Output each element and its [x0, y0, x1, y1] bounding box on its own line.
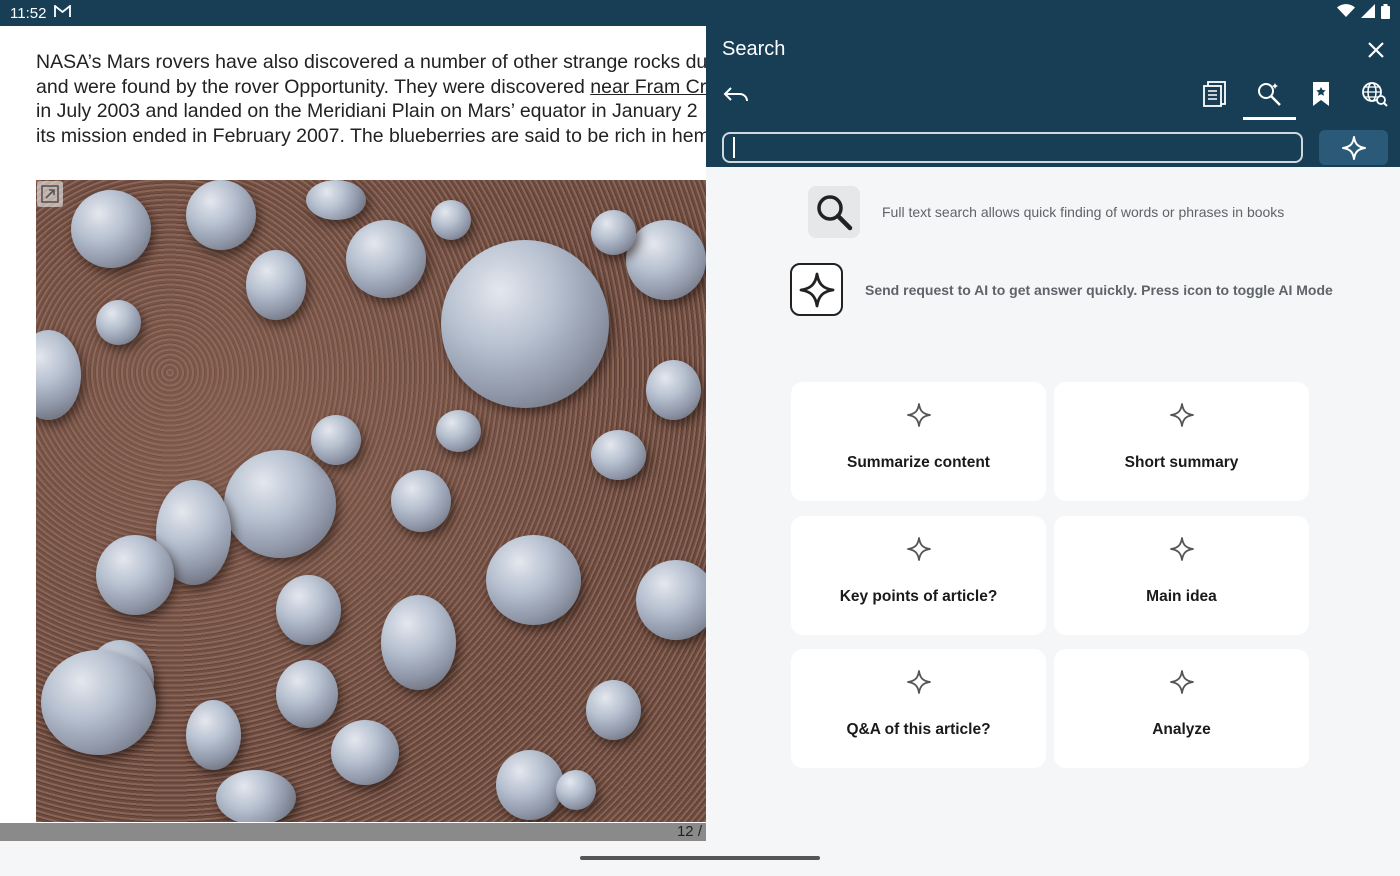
battery-icon — [1381, 3, 1390, 23]
suggestion-label: Q&A of this article? — [846, 721, 991, 738]
suggestion-analyze[interactable]: Analyze — [1054, 649, 1309, 768]
panel-title: Search — [722, 38, 786, 60]
sparkle-icon — [906, 537, 931, 561]
wifi-icon — [1337, 4, 1355, 22]
article-line: in July 2003 and landed on the Meridiani… — [36, 100, 698, 122]
status-bar: 11:52 — [0, 0, 1400, 26]
gmail-icon — [54, 3, 72, 22]
ai-hint: Send request to AI to get answer quickly… — [790, 263, 1333, 316]
search-panel: Search Full text search allows quick fin… — [706, 26, 1400, 841]
suggestion-label: Short summary — [1124, 454, 1239, 471]
bookmark-icon[interactable] — [1303, 76, 1339, 112]
gesture-handle[interactable] — [580, 856, 820, 860]
ai-sparkle-icon[interactable] — [790, 263, 843, 316]
sparkle-icon — [1341, 135, 1366, 160]
suggestion-main-idea[interactable]: Main idea — [1054, 516, 1309, 635]
article-line: and were found by the rover Opportunity.… — [36, 75, 706, 100]
back-icon[interactable] — [722, 80, 750, 108]
full-text-hint-text: Full text search allows quick finding of… — [882, 204, 1285, 220]
cell-signal-icon — [1361, 4, 1375, 22]
page-progress-bar[interactable] — [0, 823, 706, 841]
suggestion-label: Main idea — [1146, 588, 1217, 605]
active-tab-indicator — [1243, 117, 1296, 120]
article-link[interactable]: near Fram Cra — [590, 76, 706, 98]
search-text-icon[interactable] — [1251, 76, 1287, 112]
suggestion-key-points[interactable]: Key points of article? — [791, 516, 1046, 635]
sparkle-icon — [1169, 403, 1194, 427]
article-line: its mission ended in February 2007. The … — [36, 124, 706, 147]
suggestion-short-summary[interactable]: Short summary — [1054, 382, 1309, 501]
suggestion-summarize-content[interactable]: Summarize content — [791, 382, 1046, 501]
text-cursor — [733, 137, 735, 158]
suggestion-label: Key points of article? — [839, 588, 998, 605]
close-icon[interactable] — [1364, 38, 1388, 62]
article-line: NASA’s Mars rovers have also discovered … — [36, 51, 706, 73]
full-text-hint: Full text search allows quick finding of… — [808, 186, 1284, 238]
article-text: NASA’s Mars rovers have also discovered … — [36, 50, 706, 148]
sparkle-icon — [906, 403, 931, 427]
magnifier-icon — [808, 186, 860, 238]
expand-image-icon[interactable] — [37, 181, 63, 207]
article-image[interactable] — [36, 180, 706, 822]
sparkle-icon — [1169, 537, 1194, 561]
search-input[interactable] — [722, 132, 1303, 163]
sparkle-icon — [906, 670, 931, 694]
suggestion-label: Summarize content — [847, 454, 990, 471]
ai-hint-text: Send request to AI to get answer quickly… — [865, 281, 1333, 298]
page-number: 12 / — [676, 823, 702, 840]
ai-mode-button[interactable] — [1319, 130, 1388, 165]
suggestion-qa[interactable]: Q&A of this article? — [791, 649, 1046, 768]
web-search-icon[interactable] — [1356, 76, 1392, 112]
navigation-bar — [0, 841, 1400, 876]
suggestion-label: Analyze — [1152, 721, 1211, 738]
reader-pane[interactable]: NASA’s Mars rovers have also discovered … — [0, 26, 706, 841]
contents-icon[interactable] — [1197, 76, 1233, 112]
sparkle-icon — [1169, 670, 1194, 694]
status-time: 11:52 — [10, 4, 47, 22]
search-header: Search — [706, 26, 1400, 167]
